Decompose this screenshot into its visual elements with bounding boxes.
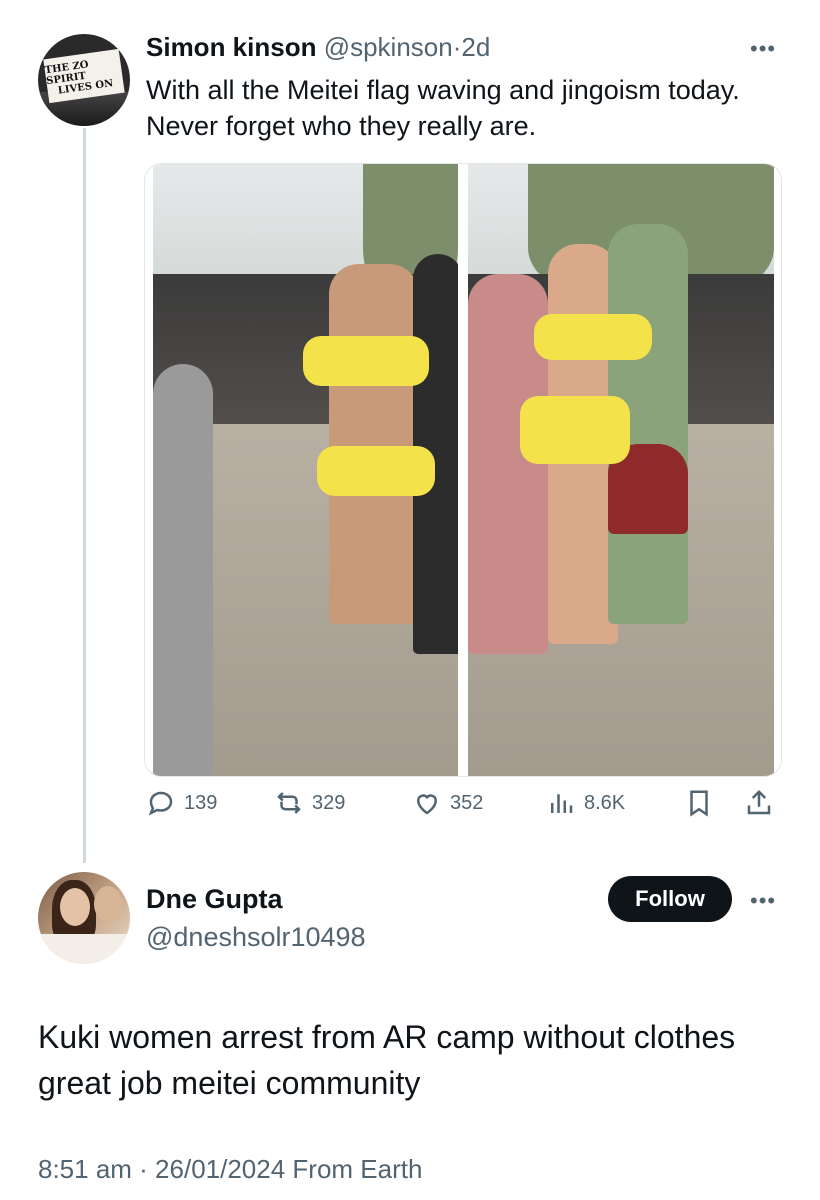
image-person (153, 364, 213, 776)
like-count: 352 (450, 791, 484, 814)
share-icon (747, 789, 771, 815)
author-name[interactable]: Simon kinson (146, 32, 316, 62)
tweet-timestamp[interactable]: 8:51 am · 26/01/2024 From Earth (38, 1152, 422, 1186)
bookmark-button[interactable] (684, 788, 714, 818)
author-name[interactable]: Dne Gupta (146, 882, 283, 916)
reply-icon (148, 791, 173, 816)
author-handle[interactable]: @dneshsolr10498 (146, 920, 366, 954)
heart-icon (416, 794, 438, 815)
avatar-photo-part (38, 934, 130, 964)
follow-button[interactable]: Follow (608, 876, 732, 922)
reply-button[interactable]: 139 (146, 788, 217, 818)
avatar-photo-part (60, 888, 90, 926)
views-button[interactable]: 8.6K (546, 788, 625, 818)
avatar[interactable] (38, 872, 130, 964)
media-image-right[interactable] (468, 164, 774, 776)
views-count: 8.6K (584, 791, 626, 814)
tweet-media[interactable] (144, 163, 782, 777)
like-button[interactable]: 352 (412, 788, 483, 818)
tweet-age[interactable]: 2d (461, 32, 490, 62)
bookmark-icon (690, 790, 708, 817)
views-bar-chart-icon (551, 794, 573, 813)
repost-count: 329 (312, 791, 346, 814)
avatar[interactable]: THE ZO SPIRIT LIVES ON (38, 34, 130, 126)
image-person (329, 264, 419, 624)
author-handle[interactable]: @spkinson (324, 32, 453, 62)
censor-bar (520, 396, 630, 464)
thread-connector-line (83, 128, 86, 863)
repost-icon (277, 792, 301, 814)
more-options-icon[interactable]: ••• (750, 36, 776, 62)
media-image-left[interactable] (153, 164, 458, 776)
share-button[interactable] (744, 788, 774, 818)
censor-bar (317, 446, 435, 496)
tweet-header: Simon kinson @spkinson·2d (146, 30, 490, 64)
tweet-actions-bar: 139 329 352 8.6K (146, 788, 786, 828)
repost-button[interactable]: 329 (274, 788, 345, 818)
censor-bar (534, 314, 652, 360)
reply-count: 139 (184, 791, 218, 814)
tweet-text: Kuki women arrest from AR camp without c… (38, 1019, 736, 1101)
avatar-photo-part (94, 886, 122, 922)
censor-bar (303, 336, 429, 386)
tweet-text: With all the Meitei flag waving and jing… (146, 75, 740, 141)
more-options-icon[interactable]: ••• (750, 888, 776, 914)
